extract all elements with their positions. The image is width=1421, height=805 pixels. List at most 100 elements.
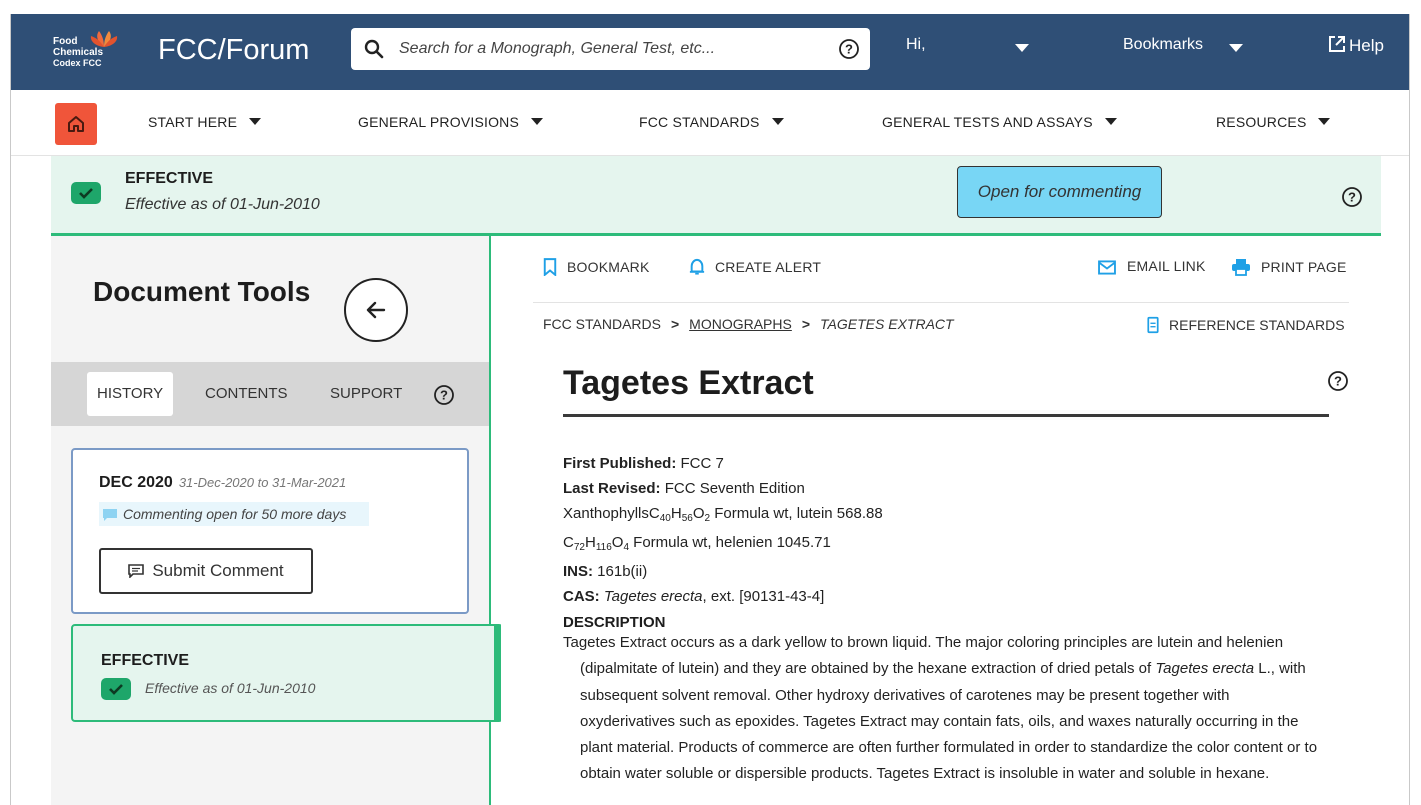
status-detail: Effective as of 01-Jun-2010 xyxy=(125,196,320,213)
panel-tabs: HISTORY CONTENTS SUPPORT ? xyxy=(51,362,489,426)
formula-lutein: XanthophyllsC40H56O2 Formula wt, lutein … xyxy=(563,505,883,524)
species-name: Tagetes erecta xyxy=(603,588,703,605)
print-page-label: PRINT PAGE xyxy=(1261,259,1347,275)
description-heading: DESCRIPTION xyxy=(563,614,666,631)
formula-weight: Formula wt, lutein 568.88 xyxy=(714,505,883,522)
history-card-effective[interactable]: EFFECTIVE Effective as of 01-Jun-2010 xyxy=(71,624,503,722)
printer-icon xyxy=(1232,259,1250,276)
svg-text:?: ? xyxy=(845,42,853,57)
collapse-panel-button[interactable] xyxy=(344,278,408,342)
nav-start-here[interactable]: START HERE xyxy=(148,114,262,130)
comment-icon xyxy=(103,509,117,521)
question-circle-icon[interactable]: ? xyxy=(1327,370,1349,392)
commenting-note: Commenting open for 50 more days xyxy=(99,502,369,526)
breadcrumb-current: TAGETES EXTRACT xyxy=(820,316,954,332)
breadcrumb: FCC STANDARDS > MONOGRAPHS > TAGETES EXTRACT xyxy=(543,316,954,332)
help-label: Help xyxy=(1349,36,1384,55)
first-published: First Published: FCC 7 xyxy=(563,454,724,474)
page-title: Tagetes Extract xyxy=(563,364,814,402)
nav-label: GENERAL TESTS AND ASSAYS xyxy=(882,114,1093,130)
chevron-down-icon xyxy=(771,118,784,125)
app-window: Food Chemicals Codex FCC FCC/Forum ? Hi,… xyxy=(10,14,1410,805)
chevron-down-icon xyxy=(531,118,544,125)
last-revised: Last Revised: FCC Seventh Edition xyxy=(563,479,805,499)
arrow-left-icon xyxy=(366,301,386,319)
external-link-icon xyxy=(1329,36,1345,52)
chevron-down-icon xyxy=(1104,118,1117,125)
meta-value: 161b(ii) xyxy=(597,563,648,580)
help-link[interactable]: Help xyxy=(1327,34,1384,56)
bookmarks-label: Bookmarks xyxy=(1123,36,1204,53)
nav-label: RESOURCES xyxy=(1216,114,1307,130)
bookmarks-menu[interactable]: Bookmarks xyxy=(1123,36,1203,54)
user-menu-chevron-down-icon[interactable] xyxy=(1015,44,1029,52)
reference-standards-link[interactable]: REFERENCE STANDARDS xyxy=(1147,316,1345,334)
tab-support[interactable]: SUPPORT xyxy=(320,372,412,416)
nav-label: FCC STANDARDS xyxy=(639,114,760,130)
comment-icon xyxy=(128,564,145,579)
meta-label: INS: xyxy=(563,563,593,580)
email-link-action[interactable]: EMAIL LINK xyxy=(1097,258,1206,275)
reference-standards-label: REFERENCE STANDARDS xyxy=(1169,317,1345,333)
submit-comment-button[interactable]: Submit Comment xyxy=(99,548,313,594)
meta-label: First Published: xyxy=(563,455,677,472)
bell-icon xyxy=(689,258,705,275)
nav-resources[interactable]: RESOURCES xyxy=(1216,114,1331,130)
history-card-title: EFFECTIVE xyxy=(101,652,190,669)
formula-helenien: C72H116O4 Formula wt, helenien 1045.71 xyxy=(563,534,831,553)
logo-text: Chemicals xyxy=(53,47,104,58)
formula-name: Xanthophylls xyxy=(563,505,649,522)
nav-general-provisions[interactable]: GENERAL PROVISIONS xyxy=(358,114,544,130)
tab-history[interactable]: HISTORY xyxy=(87,372,174,416)
species-name: Tagetes erecta xyxy=(1155,660,1255,678)
app-title[interactable]: FCC/Forum xyxy=(158,32,309,68)
leaf-logo-icon xyxy=(90,31,118,47)
description-part: L., with subsequent solvent removal. Oth… xyxy=(580,660,1318,783)
check-icon xyxy=(109,684,123,695)
chevron-right-icon: > xyxy=(801,316,811,332)
nav-fcc-standards[interactable]: FCC STANDARDS xyxy=(639,114,784,130)
print-page-action[interactable]: PRINT PAGE xyxy=(1231,258,1347,276)
home-icon xyxy=(68,116,84,132)
chevron-right-icon: > xyxy=(670,316,680,332)
meta-value: , ext. [90131-43-4] xyxy=(702,588,825,605)
submit-comment-label: Submit Comment xyxy=(152,561,284,580)
history-card-dec-2020[interactable]: DEC 2020 31-Dec-2020 to 31-Mar-2021 Comme… xyxy=(71,448,469,614)
create-alert-action[interactable]: CREATE ALERT xyxy=(689,258,821,276)
history-range: 31-Dec-2020 to 31-Mar-2021 xyxy=(178,475,347,490)
breadcrumb-item[interactable]: FCC STANDARDS xyxy=(543,316,661,332)
meta-value: FCC Seventh Edition xyxy=(664,480,805,497)
search-box: ? xyxy=(351,28,870,70)
question-circle-icon[interactable]: ? xyxy=(1341,186,1363,208)
question-circle-icon[interactable]: ? xyxy=(838,38,860,60)
search-icon xyxy=(364,39,384,59)
nav-label: START HERE xyxy=(148,114,238,130)
check-icon xyxy=(79,188,93,199)
home-button[interactable] xyxy=(55,103,97,145)
status-label: EFFECTIVE xyxy=(125,170,214,187)
open-for-commenting-button[interactable]: Open for commenting xyxy=(957,166,1162,218)
question-circle-icon[interactable]: ? xyxy=(433,384,455,406)
tab-contents[interactable]: CONTENTS xyxy=(195,372,298,416)
meta-value: FCC 7 xyxy=(680,455,724,472)
status-banner: EFFECTIVE Effective as of 01-Jun-2010 Op… xyxy=(51,156,1381,236)
envelope-icon xyxy=(1098,260,1116,275)
logo-text: Food xyxy=(53,36,78,47)
breadcrumb-item[interactable]: MONOGRAPHS xyxy=(689,316,792,332)
commenting-note-text: Commenting open for 50 more days xyxy=(123,506,347,522)
status-check-badge xyxy=(71,182,101,204)
nav-general-tests-and-assays[interactable]: GENERAL TESTS AND ASSAYS xyxy=(882,114,1117,130)
history-detail: Effective as of 01-Jun-2010 xyxy=(145,680,316,696)
main-nav: START HERE GENERAL PROVISIONS FCC STANDA… xyxy=(11,90,1409,156)
title-underline xyxy=(563,414,1329,417)
chevron-down-icon xyxy=(249,118,262,125)
history-version: DEC 2020 xyxy=(99,474,173,491)
user-greeting[interactable]: Hi, xyxy=(906,36,926,54)
bookmark-icon xyxy=(543,258,557,277)
email-link-label: EMAIL LINK xyxy=(1127,258,1206,274)
bookmark-action[interactable]: BOOKMARK xyxy=(543,258,650,277)
history-card-title: DEC 2020 31-Dec-2020 to 31-Mar-2021 xyxy=(99,474,346,492)
search-input[interactable] xyxy=(399,36,819,62)
fcc-logo[interactable]: Food Chemicals Codex FCC xyxy=(51,28,131,76)
bookmarks-chevron-down-icon[interactable] xyxy=(1229,44,1243,52)
